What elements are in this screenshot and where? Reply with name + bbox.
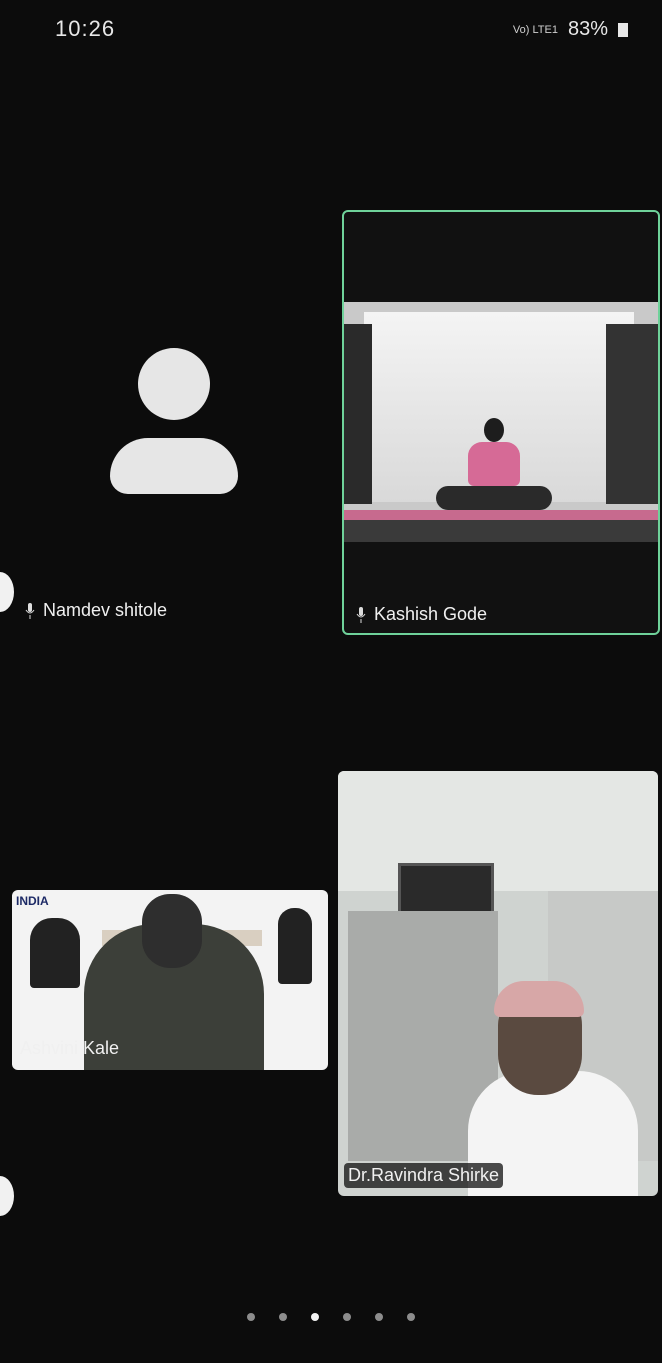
participant-name: Namdev shitole xyxy=(43,600,168,620)
yoga-pose-graphic xyxy=(30,918,80,988)
mic-icon xyxy=(25,602,35,619)
participant-tile-ravindra[interactable]: Dr.Ravindra Shirke xyxy=(338,771,658,1196)
page-dot[interactable] xyxy=(343,1313,351,1321)
battery-icon xyxy=(618,22,628,37)
page-dot[interactable] xyxy=(407,1313,415,1321)
participant-name: Kashish Gode xyxy=(374,604,488,624)
page-indicator[interactable] xyxy=(0,1313,662,1321)
page-dot[interactable] xyxy=(247,1313,255,1321)
participant-name: Ashvini Kale xyxy=(20,1038,120,1058)
participant-tile-ashvini[interactable]: INDIA Ashvini Kale xyxy=(12,890,328,1070)
edge-panel-handle[interactable] xyxy=(0,1176,14,1216)
participant-tile-namdev[interactable]: Namdev shitole xyxy=(0,210,338,635)
page-dot-active[interactable] xyxy=(311,1313,319,1321)
battery-percentage: 83% xyxy=(567,18,608,40)
participant-label: Ashvini Kale xyxy=(20,1038,119,1059)
participant-tile-kashish[interactable]: Kashish Gode xyxy=(342,210,660,635)
page-dot[interactable] xyxy=(375,1313,383,1321)
banner-text: INDIA xyxy=(16,894,49,908)
signal-icon: Vo) LTE1 xyxy=(512,23,558,36)
avatar-body-icon xyxy=(110,438,238,494)
video-person-cap xyxy=(494,981,584,1017)
video-person-head xyxy=(142,894,202,968)
participant-name: Dr.Ravindra Shirke xyxy=(348,1165,500,1185)
yoga-pose-graphic xyxy=(278,908,312,984)
mic-icon xyxy=(356,606,366,623)
video-feed xyxy=(344,302,658,542)
avatar-icon xyxy=(138,348,210,420)
status-icons: Vo) LTE1 83% xyxy=(513,18,628,41)
participant-label: Kashish Gode xyxy=(356,604,487,625)
page-dot[interactable] xyxy=(279,1313,287,1321)
clock: 10:26 xyxy=(55,16,116,41)
participant-label: Dr.Ravindra Shirke xyxy=(344,1163,504,1188)
participant-label: Namdev shitole xyxy=(25,600,167,621)
video-background xyxy=(338,771,658,891)
status-bar: 10:26 Vo) LTE1 83% xyxy=(0,0,662,60)
